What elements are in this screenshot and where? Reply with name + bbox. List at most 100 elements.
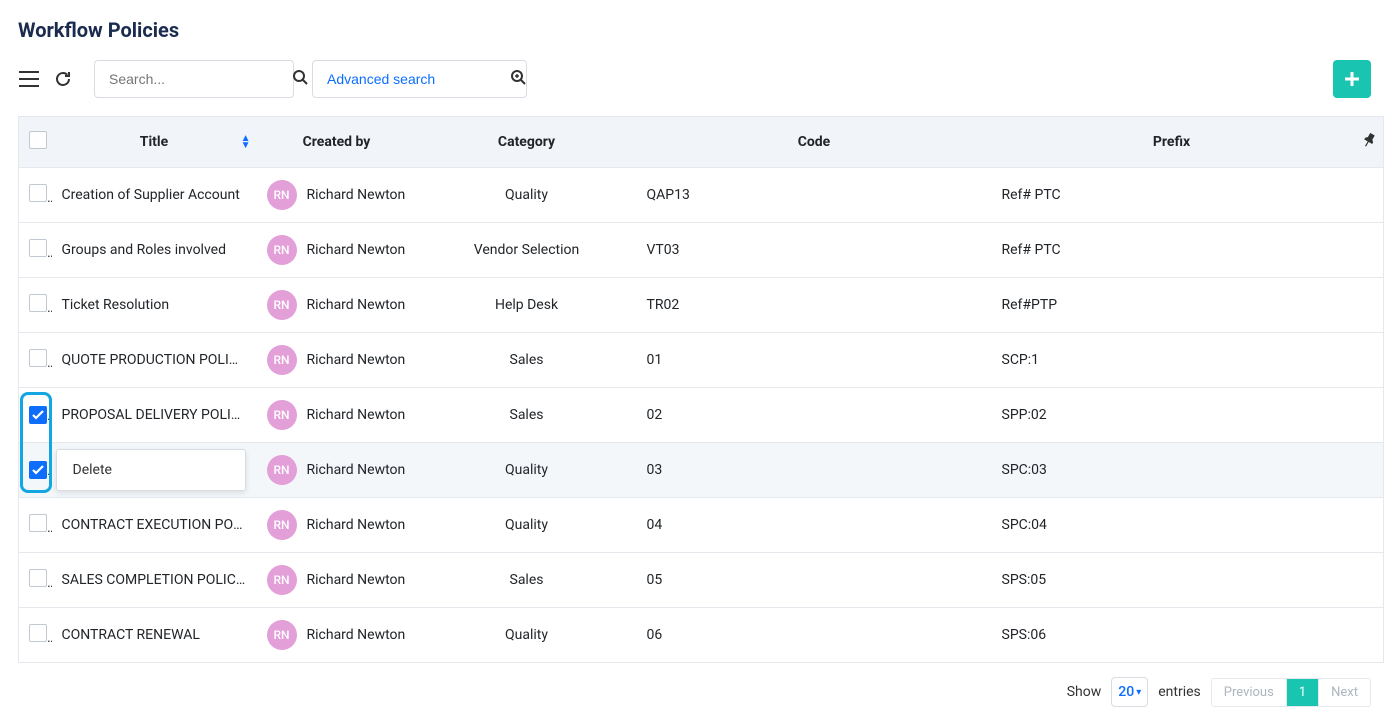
sort-indicator-icon: ▲▼ <box>241 135 251 149</box>
creator-name: Richard Newton <box>307 517 406 533</box>
avatar: RN <box>267 345 297 375</box>
creator-name: Richard Newton <box>307 462 406 478</box>
col-created-by[interactable]: Created by <box>257 117 417 168</box>
table-row[interactable]: CONTRACT EXECUTION POLICYRNRichard Newto… <box>19 498 1384 553</box>
cell-category: Quality <box>417 168 637 223</box>
avatar: RN <box>267 620 297 650</box>
advanced-search-wrap[interactable] <box>312 60 527 98</box>
table-row[interactable]: Creation of Supplier Account RN Richard Ne… <box>19 168 1384 223</box>
select-all-checkbox[interactable] <box>29 131 47 149</box>
cell-title: Ticket Resolution <box>52 278 257 333</box>
cell-prefix: SCP:1 <box>992 333 1352 388</box>
col-title-label: Title <box>140 134 168 150</box>
cell-created-by: RN Richard Newton <box>257 553 417 608</box>
row-checkbox[interactable] <box>29 624 47 642</box>
cell-prefix: SPP:02 <box>992 388 1352 443</box>
context-menu-delete[interactable]: Delete <box>57 456 245 484</box>
avatar: RN <box>267 290 297 320</box>
cell-pin <box>1352 223 1384 278</box>
avatar: RN <box>267 565 297 595</box>
cell-prefix: SPC:03 <box>992 443 1352 498</box>
creator-name: Richard Newton <box>307 352 406 368</box>
col-pin[interactable] <box>1352 117 1384 168</box>
table-row[interactable]: Groups and Roles involvedRNRichard Newto… <box>19 223 1384 278</box>
cell-pin <box>1352 333 1384 388</box>
row-checkbox[interactable] <box>29 406 47 424</box>
cell-category: Quality <box>417 498 637 553</box>
cell-category: Help Desk <box>417 278 637 333</box>
col-prefix[interactable]: Prefix <box>992 117 1352 168</box>
cell-title: Creation of Supplier Account <box>52 168 257 223</box>
creator-name: Richard Newton <box>307 297 406 313</box>
row-checkbox[interactable] <box>29 514 47 532</box>
table-row[interactable]: CONTRACT RENEWALRNRichard NewtonQuality0… <box>19 608 1384 663</box>
cell-pin <box>1352 553 1384 608</box>
table-row[interactable]: SALES COMPLETION POLICY (...RNRichard Ne… <box>19 553 1384 608</box>
cell-code: 06 <box>637 608 992 663</box>
table-row[interactable]: QUOTE PRODUCTION POLICY ...RNRichard New… <box>19 333 1384 388</box>
cell-code: VT03 <box>637 223 992 278</box>
cell-prefix: SPC:04 <box>992 498 1352 553</box>
cell-created-by: RN Richard Newton <box>257 278 417 333</box>
cell-prefix: Ref# PTC <box>992 223 1352 278</box>
cell-prefix: SPS:06 <box>992 608 1352 663</box>
cell-created-by: RN Richard Newton <box>257 333 417 388</box>
footer-show-label: Show <box>1067 684 1102 700</box>
table-row[interactable]: PROPOSAL DELIVERY POLICY (...RNRichard N… <box>19 388 1384 443</box>
refresh-icon[interactable] <box>52 68 74 90</box>
cell-title: PROPOSAL DELIVERY POLICY (... <box>52 388 257 443</box>
cell-prefix: SPS:05 <box>992 553 1352 608</box>
cell-prefix: Ref#PTP <box>992 278 1352 333</box>
advanced-search-input[interactable] <box>325 70 510 88</box>
creator-name: Richard Newton <box>307 627 406 643</box>
menu-icon[interactable] <box>18 68 40 90</box>
creator-name: Richard Newton <box>307 407 406 423</box>
col-checkbox <box>19 117 52 168</box>
pager-previous[interactable]: Previous <box>1212 679 1286 706</box>
cell-code: 03 <box>637 443 992 498</box>
pager-page-1[interactable]: 1 <box>1286 679 1318 706</box>
cell-code: QAP13 <box>637 168 992 223</box>
avatar: RN <box>267 180 297 210</box>
search-icon[interactable] <box>292 69 308 89</box>
col-title[interactable]: Title ▲▼ <box>52 117 257 168</box>
search-input-wrap <box>94 60 294 98</box>
toolbar <box>18 60 1371 98</box>
col-code[interactable]: Code <box>637 117 992 168</box>
row-checkbox[interactable] <box>29 349 47 367</box>
cell-code: 04 <box>637 498 992 553</box>
cell-category: Quality <box>417 443 637 498</box>
cell-category: Vendor Selection <box>417 223 637 278</box>
add-button[interactable] <box>1333 60 1371 98</box>
cell-created-by: RN Richard Newton <box>257 168 417 223</box>
cell-pin <box>1352 498 1384 553</box>
cell-code: 05 <box>637 553 992 608</box>
row-checkbox[interactable] <box>29 184 47 202</box>
row-checkbox[interactable] <box>29 294 47 312</box>
cell-pin <box>1352 388 1384 443</box>
pin-icon <box>1358 131 1377 153</box>
advanced-search-icon[interactable] <box>510 69 526 89</box>
row-checkbox[interactable] <box>29 461 47 479</box>
cell-prefix: Ref# PTC <box>992 168 1352 223</box>
col-category[interactable]: Category <box>417 117 637 168</box>
cell-code: 02 <box>637 388 992 443</box>
cell-code: 01 <box>637 333 992 388</box>
page-size-value: 20 <box>1118 684 1134 700</box>
cell-created-by: RN Richard Newton <box>257 608 417 663</box>
row-checkbox[interactable] <box>29 569 47 587</box>
creator-name: Richard Newton <box>307 572 406 588</box>
chevron-down-icon: ▾ <box>1136 687 1141 698</box>
pager-next[interactable]: Next <box>1318 679 1370 706</box>
row-checkbox[interactable] <box>29 239 47 257</box>
creator-name: Richard Newton <box>307 187 406 203</box>
avatar: RN <box>267 455 297 485</box>
avatar: RN <box>267 510 297 540</box>
cell-category: Sales <box>417 388 637 443</box>
table-footer: Show 20 ▾ entries Previous 1 Next <box>18 677 1371 707</box>
pagination: Previous 1 Next <box>1211 678 1371 707</box>
page-size-select[interactable]: 20 ▾ <box>1111 677 1148 707</box>
table-row[interactable]: Ticket Resolution RN Richard Newton Help De… <box>19 278 1384 333</box>
search-input[interactable] <box>107 70 292 88</box>
cell-created-by: RNRichard Newton <box>257 223 417 278</box>
